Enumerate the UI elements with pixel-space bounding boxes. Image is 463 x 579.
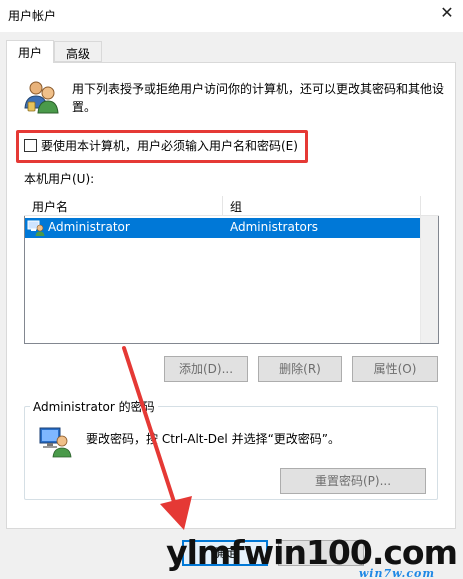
cell-group: Administrators <box>230 220 319 234</box>
column-separator[interactable] <box>222 196 223 216</box>
add-button[interactable]: 添加(D)... <box>164 356 248 382</box>
column-separator[interactable] <box>420 196 421 216</box>
computer-user-icon <box>39 427 72 458</box>
password-group-title: Administrator 的密码 <box>30 398 158 415</box>
user-account-icon <box>27 220 45 236</box>
require-login-checkbox-row[interactable]: 要使用本计算机，用户必须输入用户名和密码(E) <box>24 137 298 153</box>
close-icon[interactable]: ✕ <box>436 2 458 24</box>
watermark-logo: ylmfwin100.com win7w.com <box>166 533 463 579</box>
remove-button[interactable]: 删除(R) <box>258 356 342 382</box>
tab-users[interactable]: 用户 <box>6 40 54 63</box>
users-list[interactable] <box>24 194 439 344</box>
properties-button[interactable]: 属性(O) <box>352 356 438 382</box>
window-title: 用户帐户 <box>8 9 57 23</box>
description-text: 用下列表授予或拒绝用户访问你的计算机，还可以更改其密码和其他设置。 <box>72 82 445 114</box>
column-header-username[interactable]: 用户名 <box>32 198 68 215</box>
title-bar <box>0 0 463 32</box>
reset-password-button[interactable]: 重置密码(P)... <box>280 468 426 494</box>
require-login-label: 要使用本计算机，用户必须输入用户名和密码(E) <box>41 138 298 153</box>
column-header-group[interactable]: 组 <box>230 198 242 215</box>
users-icon <box>24 81 59 114</box>
require-login-checkbox[interactable] <box>24 138 37 152</box>
cell-username: Administrator <box>48 220 130 234</box>
vertical-scrollbar[interactable] <box>420 216 438 343</box>
password-description: 要改密码，按 Ctrl-Alt-Del 并选择“更改密码”。 <box>86 432 341 446</box>
local-users-label: 本机用户(U): <box>24 172 95 186</box>
watermark-sub-text: win7w.com <box>358 567 435 579</box>
tab-advanced[interactable]: 高级 <box>54 41 102 62</box>
